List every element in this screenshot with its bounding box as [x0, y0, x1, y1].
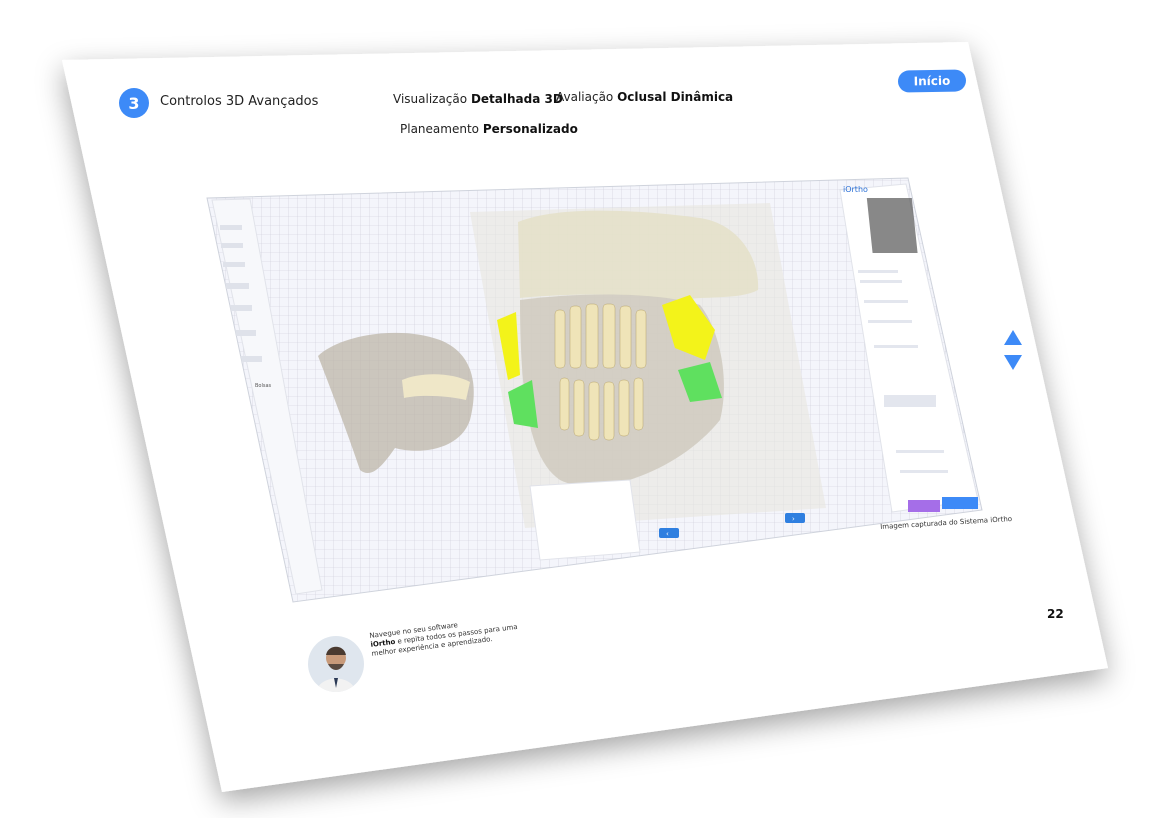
app-screenshot: Bolsas iOrtho ‹ › — [206, 177, 983, 603]
avatar — [308, 636, 364, 692]
next-view-button[interactable] — [785, 513, 805, 523]
sidebar-item-bolsas: Bolsas — [255, 383, 272, 389]
page-number: 22 — [1047, 607, 1064, 621]
slide-page: 3 Controlos 3D Avançados Visualização De… — [0, 0, 1158, 818]
chevron-up-icon[interactable] — [1004, 330, 1022, 345]
chevron-right-icon: › — [792, 515, 795, 523]
patient-photo-pixelated — [866, 198, 918, 253]
chevron-down-icon[interactable] — [1004, 355, 1022, 370]
chevron-left-icon: ‹ — [666, 530, 669, 538]
prev-view-button[interactable] — [659, 528, 679, 538]
app-brand: iOrtho — [843, 185, 868, 194]
